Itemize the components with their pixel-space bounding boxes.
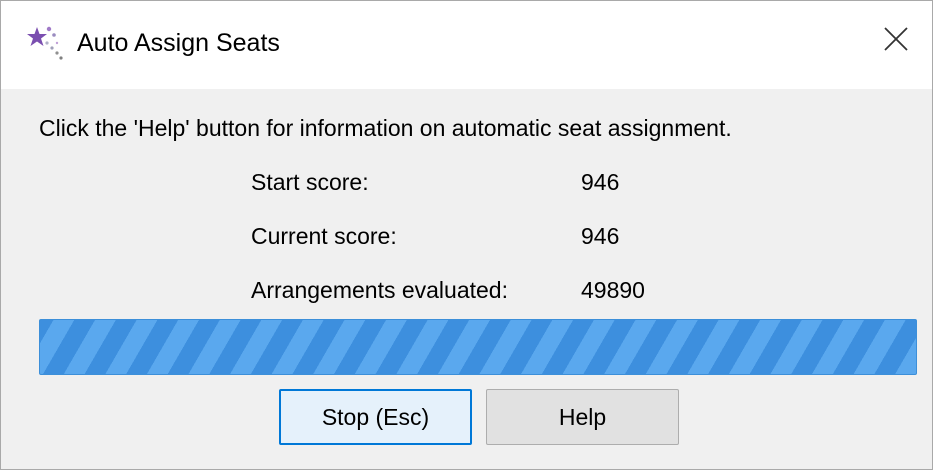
start-score-label: Start score: — [251, 169, 369, 195]
dialog-content: Click the 'Help' button for information … — [1, 89, 932, 469]
arrangements-evaluated-label: Arrangements evaluated: — [251, 277, 508, 303]
stop-button[interactable]: Stop (Esc) — [279, 389, 472, 445]
arrangements-evaluated-value: 49890 — [581, 277, 645, 303]
info-text: Click the 'Help' button for information … — [39, 115, 732, 141]
current-score-value: 946 — [581, 223, 620, 249]
progress-bar — [39, 319, 917, 375]
auto-assign-seats-dialog: Auto Assign Seats Click the 'Help' butto… — [0, 0, 933, 470]
title-bar: Auto Assign Seats — [1, 1, 932, 89]
window-title: Auto Assign Seats — [77, 29, 280, 57]
help-button[interactable]: Help — [486, 389, 679, 445]
magic-wand-icon — [27, 23, 67, 63]
close-button[interactable] — [870, 15, 922, 67]
current-score-label: Current score: — [251, 223, 397, 249]
close-icon — [883, 26, 909, 57]
progress-fill — [40, 320, 916, 374]
start-score-value: 946 — [581, 169, 620, 195]
